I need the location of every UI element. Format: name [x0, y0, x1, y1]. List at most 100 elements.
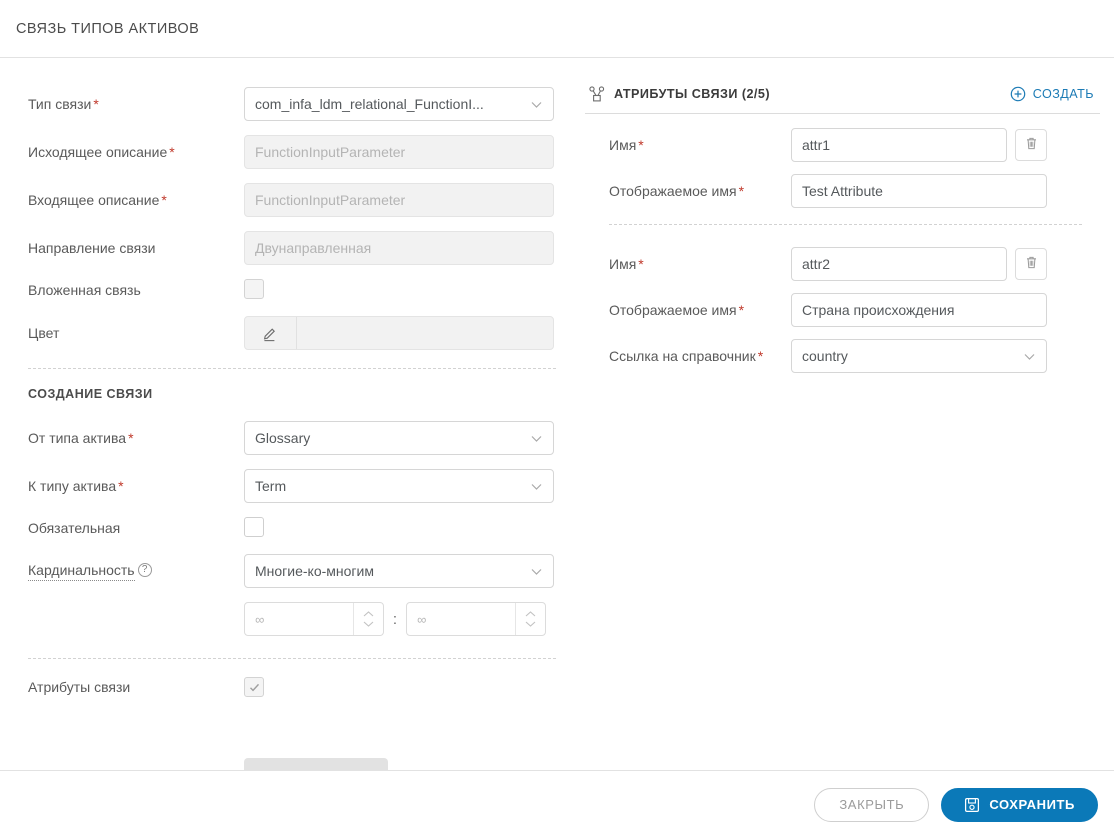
- input-value: Двунаправленная: [255, 240, 372, 256]
- chevron-down-icon: [530, 98, 543, 111]
- input-attribute-name[interactable]: attr2: [791, 247, 1007, 281]
- cardinality-min-value: ∞: [255, 611, 265, 627]
- label-attribute-reference: Ссылка на справочник *: [609, 348, 791, 365]
- stepper-arrows-icon[interactable]: [515, 603, 545, 635]
- field-row-from-asset-type: От типа актива * Glossary: [0, 421, 580, 455]
- input-value: attr2: [802, 256, 831, 272]
- plus-circle-icon: [1010, 86, 1026, 102]
- select-to-asset-type[interactable]: Term: [244, 469, 554, 503]
- required-marker: *: [118, 477, 124, 494]
- trash-icon: [1024, 255, 1039, 273]
- select-relationship-type[interactable]: com_infa_ldm_relational_FunctionI...: [244, 87, 554, 121]
- label-from-asset-type: От типа актива *: [28, 430, 244, 447]
- create-attribute-button[interactable]: СОЗДАТЬ: [1010, 86, 1094, 102]
- label-text: Цвет: [28, 324, 60, 341]
- attribute-display-name-row: Отображаемое имя * Test Attribute: [585, 174, 1100, 208]
- attribute-reference-row: Ссылка на справочник * country: [585, 339, 1100, 373]
- label-incoming-description: Входящее описание *: [28, 192, 244, 209]
- required-marker: *: [638, 255, 644, 272]
- attribute-block: Имя * attr2 Отображаемое имя * Страна пр…: [585, 241, 1100, 373]
- input-value: Страна происхождения: [802, 302, 955, 318]
- field-row-incoming-description: Входящее описание * FunctionInputParamete…: [0, 183, 580, 217]
- label-text: Обязательная: [28, 520, 121, 536]
- input-incoming-description: FunctionInputParameter: [244, 183, 554, 217]
- label-text: Входящее описание: [28, 191, 160, 208]
- attribute-name-row: Имя * attr1: [585, 128, 1100, 162]
- label-text: От типа актива: [28, 429, 127, 446]
- field-row-outgoing-description: Исходящее описание * FunctionInputParamet…: [0, 135, 580, 169]
- required-marker: *: [93, 95, 99, 112]
- input-value: attr1: [802, 137, 831, 153]
- dialog-footer: ЗАКРЫТЬ СОХРАНИТЬ: [0, 770, 1114, 838]
- select-attribute-reference[interactable]: country: [791, 339, 1047, 373]
- attribute-display-name-row: Отображаемое имя * Страна происхождения: [585, 293, 1100, 327]
- panel-title: АТРИБУТЫ СВЯЗИ (2/5): [614, 87, 770, 101]
- input-outgoing-description: FunctionInputParameter: [244, 135, 554, 169]
- label-to-asset-type: К типу актива *: [28, 478, 244, 495]
- clipped-widget[interactable]: [244, 758, 388, 770]
- label-text: Атрибуты связи: [28, 678, 131, 695]
- label-required-flag: Обязательная: [28, 520, 244, 537]
- field-row-nested-relationship: Вложенная связь: [0, 279, 580, 302]
- label-direction: Направление связи: [28, 240, 244, 257]
- select-cardinality[interactable]: Многие-ко-многим: [244, 554, 554, 588]
- panel-header: АТРИБУТЫ СВЯЗИ (2/5) СОЗДАТЬ: [585, 85, 1100, 114]
- cardinality-max-stepper[interactable]: ∞: [406, 602, 546, 636]
- label-nested-relationship: Вложенная связь: [28, 282, 244, 299]
- field-row-relationship-type: Тип связи * com_infa_ldm_relational_Funct…: [0, 87, 580, 121]
- relationship-attributes-panel: АТРИБУТЫ СВЯЗИ (2/5) СОЗДАТЬ Имя* attr1: [580, 59, 1114, 770]
- separator-attributes: [28, 658, 556, 659]
- dialog-body: Тип связи * com_infa_ldm_relational_Funct…: [0, 59, 1114, 770]
- input-attribute-display-name[interactable]: Test Attribute: [791, 174, 1047, 208]
- field-row-relationship-attributes: Атрибуты связи: [0, 677, 580, 697]
- input-value: Test Attribute: [802, 183, 883, 199]
- required-marker: *: [757, 347, 764, 364]
- checkbox-required[interactable]: [244, 517, 264, 537]
- checkbox-nested-relationship: [244, 279, 264, 299]
- select-value: Многие-ко-многим: [255, 563, 374, 579]
- label-attribute-name: Имя *: [609, 137, 791, 154]
- cardinality-min-stepper[interactable]: ∞: [244, 602, 384, 636]
- close-button[interactable]: ЗАКРЫТЬ: [814, 787, 930, 822]
- label-text: Отображаемое имя: [609, 182, 737, 199]
- input-value: FunctionInputParameter: [255, 192, 406, 208]
- input-attribute-display-name[interactable]: Страна происхождения: [791, 293, 1047, 327]
- label-text: Отображаемое имя: [609, 301, 737, 318]
- chevron-down-icon: [530, 432, 543, 445]
- required-marker: *: [161, 191, 167, 208]
- label-text: Кардинальность: [28, 562, 135, 581]
- question-mark-icon[interactable]: ?: [137, 562, 152, 577]
- label-text: Ссылка на справочник: [609, 347, 756, 364]
- label-relationship-attributes: Атрибуты связи: [28, 679, 244, 696]
- label-text: Имя: [609, 255, 637, 272]
- select-from-asset-type[interactable]: Glossary: [244, 421, 554, 455]
- cardinality-max-value: ∞: [417, 611, 427, 627]
- input-attribute-name[interactable]: attr1: [791, 128, 1007, 162]
- attribute-separator: [609, 224, 1082, 225]
- save-button-label: СОХРАНИТЬ: [989, 797, 1075, 812]
- save-button[interactable]: СОХРАНИТЬ: [941, 787, 1098, 822]
- field-row-required: Обязательная: [0, 517, 580, 540]
- required-marker: *: [738, 301, 745, 318]
- field-row-color: Цвет: [0, 316, 580, 350]
- check-icon: [249, 683, 259, 691]
- chevron-down-icon: [1023, 350, 1036, 363]
- field-row-cardinality: Кардинальность ? Многие-ко-многим: [0, 554, 580, 588]
- label-cardinality: Кардинальность ?: [28, 562, 244, 581]
- delete-attribute-button[interactable]: [1015, 248, 1047, 280]
- label-text: Имя: [609, 136, 637, 153]
- required-marker: *: [738, 182, 745, 199]
- label-text: Исходящее описание: [28, 143, 168, 160]
- section-title-create-relationship: СОЗДАНИЕ СВЯЗИ: [28, 387, 153, 401]
- pencil-edit-icon: [245, 317, 297, 349]
- select-value: com_infa_ldm_relational_FunctionI...: [255, 96, 484, 112]
- attribute-name-row: Имя * attr2: [585, 247, 1100, 281]
- select-value: country: [802, 348, 848, 364]
- label-text: К типу актива: [28, 477, 117, 494]
- color-picker-field: [244, 316, 554, 350]
- cardinality-range-row: ∞ : ∞: [0, 602, 580, 636]
- chevron-down-icon: [530, 565, 543, 578]
- delete-attribute-button[interactable]: [1015, 129, 1047, 161]
- trash-icon: [1024, 136, 1039, 154]
- stepper-arrows-icon[interactable]: [353, 603, 383, 635]
